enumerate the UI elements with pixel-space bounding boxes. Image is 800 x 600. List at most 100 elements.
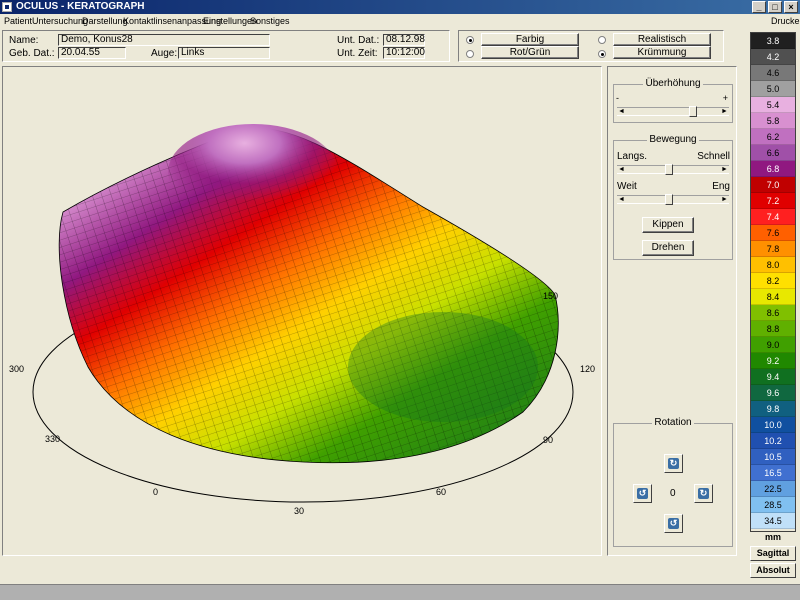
realistisch-button[interactable]: Realistisch: [613, 33, 711, 46]
farbig-button[interactable]: Farbig: [481, 33, 579, 46]
scale-cell: 28.5: [751, 497, 795, 513]
rotate-down-button[interactable]: ↺: [664, 514, 683, 533]
langs-label: Langs.: [617, 151, 648, 162]
rotation-title: Rotation: [652, 417, 694, 428]
scale-cell: 8.6: [751, 305, 795, 321]
scale-cell: 16.5: [751, 465, 795, 481]
radio-rotgruen[interactable]: [466, 50, 474, 58]
scale-cell: 5.0: [751, 81, 795, 97]
green-depression: [348, 312, 538, 422]
axis-label-330: 330: [45, 434, 60, 444]
rotate-left-button[interactable]: ↺: [633, 484, 652, 503]
sagittal-button[interactable]: Sagittal: [750, 546, 796, 561]
window-title: OCULUS - KERATOGRAPH: [16, 1, 145, 12]
scale-cell: 6.8: [751, 161, 795, 177]
axis-label-90: 90: [543, 435, 553, 445]
scale-cell: 8.8: [751, 321, 795, 337]
rotate-left-icon: ↺: [637, 488, 648, 499]
scale-cell: 7.0: [751, 177, 795, 193]
menu-untersuchung[interactable]: Untersuchung: [32, 16, 88, 26]
radio-kruemmung[interactable]: [598, 50, 606, 58]
absolut-button[interactable]: Absolut: [750, 563, 796, 578]
ueberhoehung-minus: -: [616, 93, 619, 103]
scale-cell: 3.8: [751, 33, 795, 49]
cone-apex: [168, 124, 338, 220]
rotate-down-icon: ↺: [668, 518, 679, 529]
menu-sonstiges[interactable]: Sonstiges: [250, 16, 290, 26]
exam-time-label: Unt. Zeit:: [337, 48, 378, 59]
scale-cell: 9.0: [751, 337, 795, 353]
menu-patient[interactable]: Patient: [4, 16, 32, 26]
axis-label-300: 300: [9, 364, 24, 374]
ueberhoehung-group: Überhöhung - + ◄ ►: [613, 78, 733, 123]
exam-date-field[interactable]: 08.12.98: [383, 34, 425, 46]
rotation-group: Rotation ↻ ↺ 0 ↻ ↺: [613, 417, 733, 547]
scale-cell: 6.6: [751, 145, 795, 161]
minimize-button[interactable]: _: [752, 1, 766, 13]
eng-label: Eng: [712, 181, 730, 192]
display-mode-panel: Farbig Rot/Grün Realistisch Krümmung: [458, 30, 724, 62]
ueberhoehung-slider-thumb[interactable]: [689, 106, 698, 117]
rotate-up-button[interactable]: ↻: [664, 454, 683, 473]
rotation-value: 0: [670, 488, 676, 499]
menu-drucken[interactable]: Drucken: [771, 16, 800, 26]
exam-time-field[interactable]: 10:12:00: [383, 47, 425, 59]
eye-label: Auge:: [151, 48, 178, 59]
drehen-button[interactable]: Drehen: [642, 240, 694, 256]
app-icon[interactable]: [2, 2, 12, 12]
ueberhoehung-slider[interactable]: ◄ ►: [617, 106, 729, 117]
color-scale: 3.8 4.2 4.6 5.0 5.4 5.8 6.2 6.6 6.8 7.0 7.2 7.4 7.6 7…: [750, 32, 796, 532]
slider-left-arrow-icon[interactable]: ◄: [617, 107, 626, 116]
scale-cell: 7.2: [751, 193, 795, 209]
kippen-button[interactable]: Kippen: [642, 217, 694, 233]
slider-left-arrow-icon[interactable]: ◄: [617, 195, 626, 204]
scale-cell: 7.6: [751, 225, 795, 241]
rotate-up-icon: ↻: [668, 458, 679, 469]
maximize-button[interactable]: □: [768, 1, 782, 13]
axis-label-150: 150: [543, 291, 558, 301]
axis-label-0: 0: [153, 487, 158, 497]
scale-cell: 5.8: [751, 113, 795, 129]
exam-date-label: Unt. Dat.:: [337, 35, 380, 46]
corneal-surface-plot[interactable]: 0 30 60 90 120 150 300 330: [3, 67, 601, 555]
scale-cell: 34.5: [751, 513, 795, 529]
radio-farbig[interactable]: [466, 36, 474, 44]
control-panel: Überhöhung - + ◄ ► Bewegung Langs. Schne…: [607, 66, 737, 556]
status-bar: [0, 584, 800, 600]
scale-unit: mm: [764, 532, 781, 542]
speed-slider-thumb[interactable]: [664, 164, 673, 175]
menu-darstellung[interactable]: Darstellung: [82, 16, 128, 26]
radio-realistisch[interactable]: [598, 36, 606, 44]
distance-slider-thumb[interactable]: [664, 194, 673, 205]
scale-cell: 4.2: [751, 49, 795, 65]
name-label: Name:: [9, 35, 39, 46]
slider-right-arrow-icon[interactable]: ►: [720, 195, 729, 204]
dob-field[interactable]: 20.04.55: [58, 47, 126, 59]
patient-info-panel: Name: Demo, Konus28 Geb. Dat.: 20.04.55 …: [2, 30, 450, 62]
ueberhoehung-plus: +: [722, 93, 728, 103]
scale-cell: 9.6: [751, 385, 795, 401]
eye-field[interactable]: Links: [178, 47, 270, 59]
menu-einstellungen[interactable]: Einstellungen: [203, 16, 257, 26]
axis-label-120: 120: [580, 364, 595, 374]
rotgruen-button[interactable]: Rot/Grün: [481, 46, 579, 59]
slider-right-arrow-icon[interactable]: ►: [720, 165, 729, 174]
dob-label: Geb. Dat.:: [9, 48, 55, 59]
name-field[interactable]: Demo, Konus28: [58, 34, 270, 46]
scale-cell: 9.8: [751, 401, 795, 417]
bewegung-title: Bewegung: [647, 134, 699, 145]
title-bar: OCULUS - KERATOGRAPH _ □ ×: [0, 0, 800, 14]
scale-cell: 9.2: [751, 353, 795, 369]
topography-3d-view[interactable]: 0 30 60 90 120 150 300 330: [2, 66, 602, 556]
distance-slider[interactable]: ◄ ►: [617, 194, 729, 205]
speed-slider[interactable]: ◄ ►: [617, 164, 729, 175]
axis-label-60: 60: [436, 487, 446, 497]
slider-left-arrow-icon[interactable]: ◄: [617, 165, 626, 174]
close-button[interactable]: ×: [784, 1, 798, 13]
kruemmung-button[interactable]: Krümmung: [613, 46, 711, 59]
rotate-right-button[interactable]: ↻: [694, 484, 713, 503]
weit-label: Weit: [617, 181, 637, 192]
slider-right-arrow-icon[interactable]: ►: [720, 107, 729, 116]
scale-cell: 8.2: [751, 273, 795, 289]
menu-bar: Patient Untersuchung Darstellung Kontakt…: [0, 14, 800, 28]
